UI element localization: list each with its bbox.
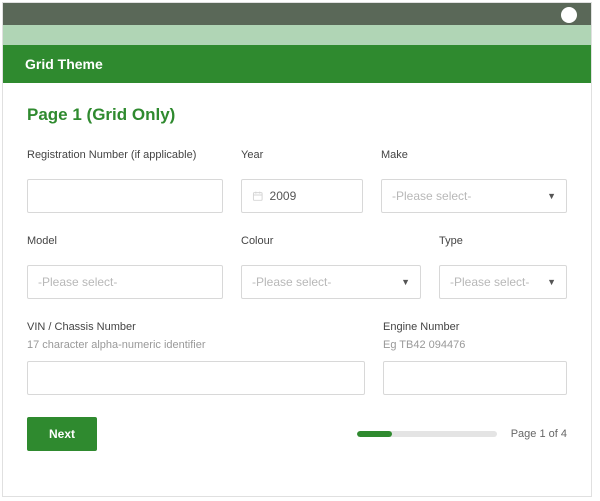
progress-fill (357, 431, 392, 437)
top-bar (3, 3, 591, 25)
avatar[interactable] (561, 7, 577, 23)
label-vin: VIN / Chassis Number (27, 321, 365, 333)
field-colour: Colour -Please select- ▼ (241, 235, 421, 299)
field-engine: Engine Number Eg TB42 094476 (383, 321, 567, 395)
form-footer: Next Page 1 of 4 (27, 417, 567, 451)
input-registration-wrapper (27, 179, 223, 213)
label-engine: Engine Number (383, 321, 567, 333)
input-vin-wrapper (27, 361, 365, 395)
colour-select[interactable]: -Please select- ▼ (241, 265, 421, 299)
hint-engine: Eg TB42 094476 (383, 339, 567, 353)
label-year: Year (241, 149, 363, 161)
vin-input[interactable] (38, 371, 354, 385)
make-placeholder: -Please select- (392, 189, 471, 203)
engine-input[interactable] (394, 371, 556, 385)
label-registration: Registration Number (if applicable) (27, 149, 223, 161)
label-colour: Colour (241, 235, 421, 247)
model-select[interactable]: -Please select- (27, 265, 223, 299)
field-vin: VIN / Chassis Number 17 character alpha-… (27, 321, 365, 395)
form-panel: Grid Theme Page 1 (Grid Only) Registrati… (2, 2, 592, 497)
sub-bar (3, 25, 591, 45)
chevron-down-icon: ▼ (401, 277, 410, 287)
page-title: Page 1 (Grid Only) (27, 105, 567, 125)
colour-placeholder: -Please select- (252, 275, 331, 289)
model-placeholder: -Please select- (38, 275, 117, 289)
chevron-down-icon: ▼ (547, 277, 556, 287)
field-registration: Registration Number (if applicable) (27, 149, 223, 213)
next-button[interactable]: Next (27, 417, 97, 451)
title-bar: Grid Theme (3, 45, 591, 83)
field-year: Year (241, 149, 363, 213)
hint-vin: 17 character alpha-numeric identifier (27, 339, 365, 353)
field-make: Make -Please select- ▼ (381, 149, 567, 213)
make-select[interactable]: -Please select- ▼ (381, 179, 567, 213)
progress-area: Page 1 of 4 (357, 428, 567, 440)
progress-bar (357, 431, 497, 437)
year-input[interactable] (270, 189, 352, 203)
page-indicator: Page 1 of 4 (511, 428, 567, 440)
registration-input[interactable] (38, 189, 212, 203)
type-placeholder: -Please select- (450, 275, 529, 289)
theme-title: Grid Theme (25, 56, 103, 72)
form-content: Page 1 (Grid Only) Registration Number (… (3, 83, 591, 467)
field-type: Type -Please select- ▼ (439, 235, 567, 299)
input-engine-wrapper (383, 361, 567, 395)
label-type: Type (439, 235, 567, 247)
type-select[interactable]: -Please select- ▼ (439, 265, 567, 299)
label-make: Make (381, 149, 567, 161)
chevron-down-icon: ▼ (547, 191, 556, 201)
calendar-icon (252, 189, 264, 203)
field-model: Model -Please select- (27, 235, 223, 299)
label-model: Model (27, 235, 223, 247)
input-year-wrapper (241, 179, 363, 213)
